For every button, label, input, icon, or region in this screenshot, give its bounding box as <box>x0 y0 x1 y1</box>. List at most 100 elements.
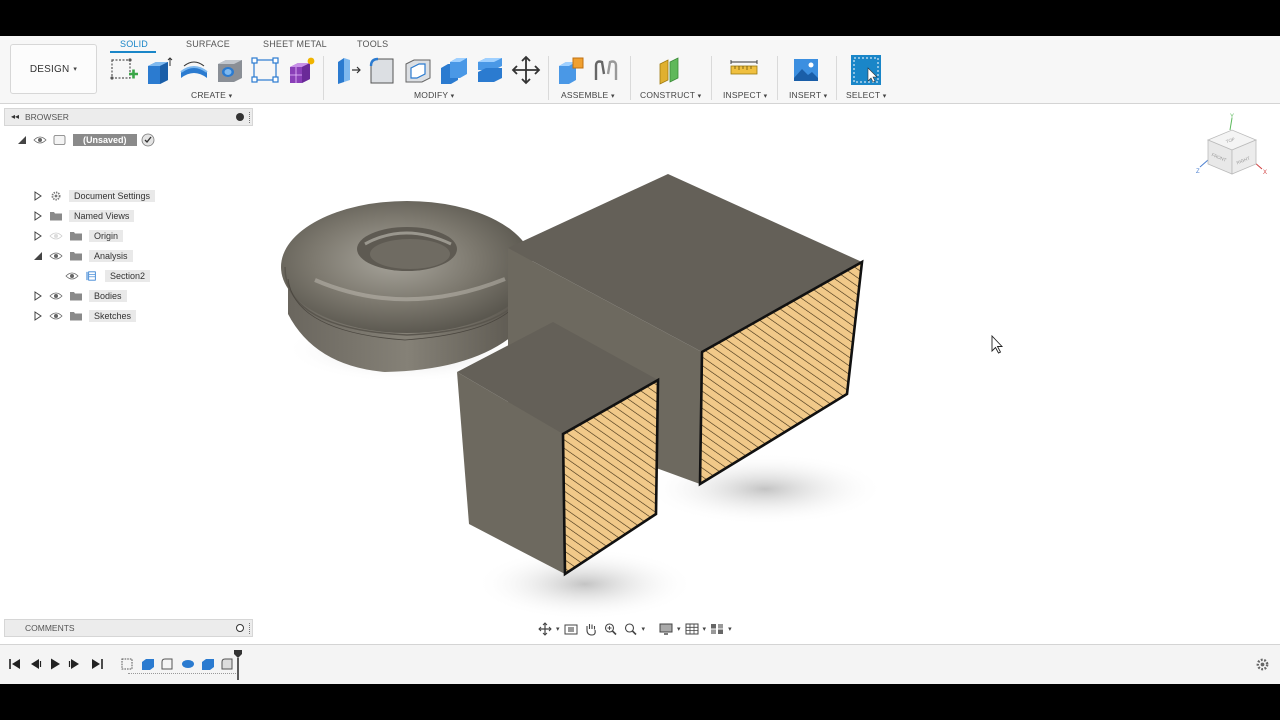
modify-menu[interactable]: MODIFY ▾ <box>414 90 454 100</box>
divider <box>836 56 837 100</box>
axis-z-label: Z <box>1196 169 1200 175</box>
tab-solid[interactable]: SOLID <box>120 39 148 49</box>
collapsed-triangle-icon[interactable] <box>33 191 43 201</box>
timeline-extrude-icon[interactable] <box>140 657 156 671</box>
chevron-down-icon[interactable]: ▾ <box>642 625 646 633</box>
tab-surface[interactable]: SURFACE <box>186 39 230 49</box>
tree-label: Bodies <box>89 290 127 302</box>
axis-x-label: X <box>1263 170 1267 176</box>
chevron-down-icon[interactable]: ▾ <box>703 625 707 633</box>
comments-title: COMMENTS <box>25 623 75 633</box>
assemble-menu[interactable]: ASSEMBLE ▾ <box>561 90 615 100</box>
tree-item-origin[interactable]: Origin <box>33 228 124 244</box>
split-body-icon[interactable] <box>474 54 506 86</box>
view-cube[interactable]: Y Z X TOP FRONT RIGHT <box>1192 112 1272 192</box>
tree-label: Section2 <box>105 270 151 282</box>
construct-label: CONSTRUCT <box>640 90 696 100</box>
revolve-icon[interactable] <box>178 54 210 86</box>
workspace-switcher[interactable]: DESIGN ▾ <box>10 44 97 94</box>
grid-settings-icon[interactable] <box>683 621 701 637</box>
tree-item-document-settings[interactable]: Document Settings <box>33 188 156 204</box>
pattern-icon[interactable] <box>249 54 281 86</box>
insert-menu[interactable]: INSERT ▾ <box>789 90 827 100</box>
measure-icon[interactable] <box>728 54 760 86</box>
canvas-viewport[interactable] <box>255 104 1280 644</box>
collapsed-triangle-icon[interactable] <box>33 311 43 321</box>
collapsed-triangle-icon[interactable] <box>33 211 43 221</box>
timeline-sketch-icon[interactable] <box>160 657 176 671</box>
zoom-window-icon[interactable] <box>622 621 640 637</box>
tree-item-analysis[interactable]: Analysis <box>33 248 133 264</box>
create-form-icon[interactable] <box>285 54 317 86</box>
eye-hidden-icon[interactable] <box>49 231 63 241</box>
tab-tools[interactable]: TOOLS <box>357 39 388 49</box>
comments-header[interactable]: COMMENTS <box>4 619 253 637</box>
timeline-sketch-icon[interactable] <box>120 657 136 671</box>
collapse-panel-icon[interactable]: ◂◂ <box>11 112 19 121</box>
insert-image-icon[interactable] <box>790 54 822 86</box>
panel-resize-handle[interactable] <box>249 623 251 634</box>
offset-plane-icon[interactable] <box>654 54 686 86</box>
step-forward-icon[interactable] <box>68 657 82 671</box>
timeline-marker[interactable] <box>233 649 243 681</box>
extrude-icon[interactable] <box>143 54 175 86</box>
play-icon[interactable] <box>48 657 62 671</box>
divider <box>630 56 631 100</box>
panel-options-icon[interactable] <box>236 113 244 121</box>
panel-resize-handle[interactable] <box>249 112 251 123</box>
chevron-down-icon: ▾ <box>823 93 828 100</box>
hole-icon[interactable] <box>214 54 246 86</box>
tree-item-sketches[interactable]: Sketches <box>33 308 137 324</box>
inspect-menu[interactable]: INSPECT ▾ <box>723 90 767 100</box>
eye-icon[interactable] <box>49 311 63 321</box>
press-pull-icon[interactable] <box>330 54 362 86</box>
look-at-icon[interactable] <box>562 621 580 637</box>
display-settings-icon[interactable] <box>657 621 675 637</box>
select-icon[interactable] <box>850 54 882 86</box>
tree-item-section2[interactable]: Section2 <box>65 268 151 284</box>
eye-icon[interactable] <box>49 251 63 261</box>
expanded-triangle-icon[interactable] <box>33 251 43 261</box>
tree-item-bodies[interactable]: Bodies <box>33 288 127 304</box>
tree-root[interactable]: (Unsaved) <box>17 132 155 148</box>
orbit-icon[interactable] <box>536 621 554 637</box>
new-component-icon[interactable] <box>555 54 587 86</box>
timeline-extrude-icon[interactable] <box>200 657 216 671</box>
modify-label: MODIFY <box>414 90 449 100</box>
tab-sheet-metal[interactable]: SHEET METAL <box>263 39 327 49</box>
chevron-down-icon[interactable]: ▾ <box>728 625 732 633</box>
go-to-start-icon[interactable] <box>8 657 22 671</box>
timeline-revolve-icon[interactable] <box>180 657 196 671</box>
combine-icon[interactable] <box>438 54 470 86</box>
collapsed-triangle-icon[interactable] <box>33 291 43 301</box>
chevron-down-icon: ▾ <box>228 93 233 100</box>
eye-icon[interactable] <box>33 135 47 145</box>
timeline-settings-gear-icon[interactable] <box>1255 657 1270 672</box>
tree-item-named-views[interactable]: Named Views <box>33 208 135 224</box>
chevron-down-icon[interactable]: ▾ <box>556 625 560 633</box>
go-to-end-icon[interactable] <box>90 657 104 671</box>
expanded-triangle-icon[interactable] <box>17 135 27 145</box>
construct-menu[interactable]: CONSTRUCT ▾ <box>640 90 701 100</box>
create-menu[interactable]: CREATE ▾ <box>191 90 232 100</box>
step-back-icon[interactable] <box>28 657 42 671</box>
browser-header[interactable]: ◂◂ BROWSER <box>4 108 253 126</box>
fillet-icon[interactable] <box>366 54 398 86</box>
viewports-icon[interactable] <box>708 621 726 637</box>
create-sketch-icon[interactable] <box>108 54 140 86</box>
add-comment-icon[interactable] <box>236 624 244 632</box>
collapsed-triangle-icon[interactable] <box>33 231 43 241</box>
shell-icon[interactable] <box>402 54 434 86</box>
active-version-icon[interactable] <box>141 133 155 147</box>
move-copy-icon[interactable] <box>510 54 542 86</box>
tree-label: Document Settings <box>69 190 156 202</box>
joint-icon[interactable] <box>590 54 622 86</box>
chevron-down-icon[interactable]: ▾ <box>677 625 681 633</box>
zoom-icon[interactable] <box>602 621 620 637</box>
torus-body[interactable] <box>281 201 534 372</box>
pan-hand-icon[interactable] <box>582 621 600 637</box>
eye-icon[interactable] <box>49 291 63 301</box>
select-menu[interactable]: SELECT ▾ <box>846 90 886 100</box>
eye-icon[interactable] <box>65 271 79 281</box>
tree-label: Analysis <box>89 250 133 262</box>
